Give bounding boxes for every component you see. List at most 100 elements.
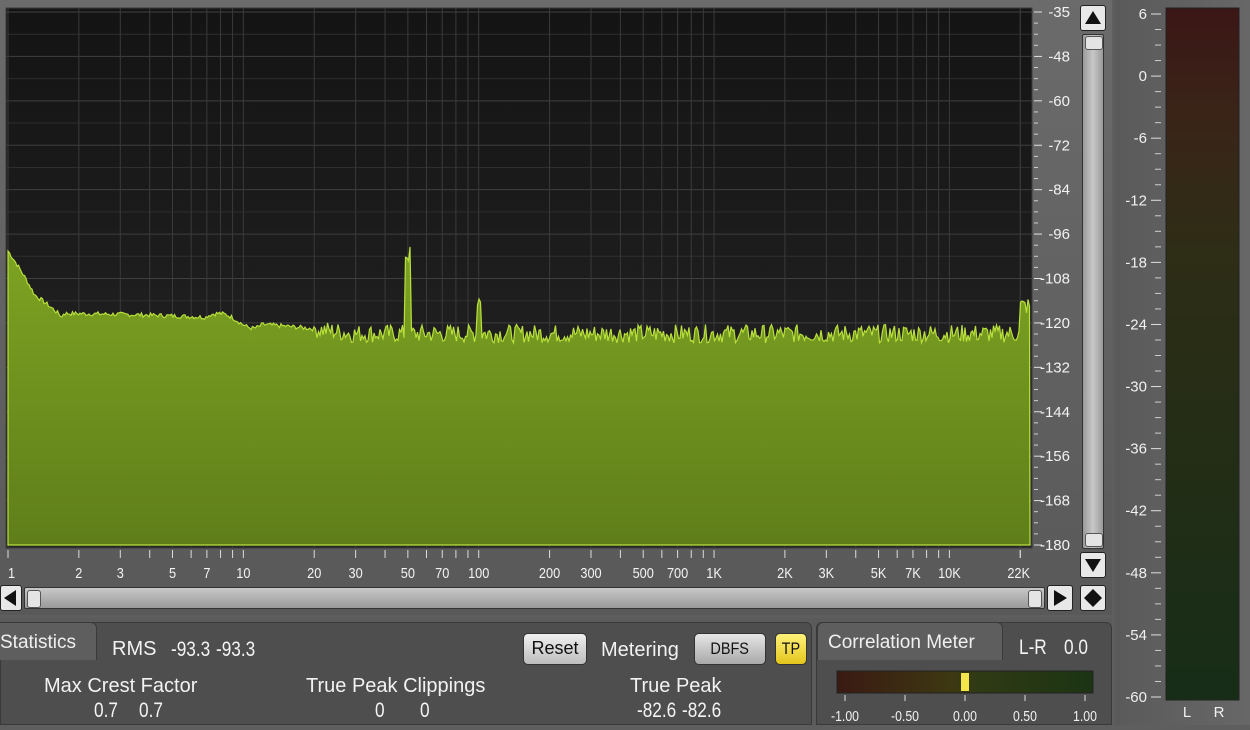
db-scale-label: -60 — [1048, 93, 1070, 110]
meter-scale-label: -6 — [1134, 130, 1147, 147]
vertical-scroll-down-button[interactable] — [1080, 552, 1106, 578]
triangle-down-icon — [1085, 559, 1101, 572]
horizontal-scroll-right-button[interactable] — [1047, 585, 1073, 611]
db-scale-label: -180 — [1040, 537, 1070, 554]
clip-right-value: 0 — [420, 699, 430, 722]
vertical-scroll-thumb-top[interactable] — [1085, 36, 1103, 50]
zoom-reset-button[interactable] — [1080, 585, 1106, 611]
correlation-scale-label: 1.00 — [1073, 708, 1097, 724]
frequency-label: 10K — [938, 564, 961, 581]
vertical-scroll-thumb-bottom[interactable] — [1085, 533, 1103, 547]
triangle-left-icon — [4, 590, 16, 606]
vertical-scroll-up-button[interactable] — [1080, 5, 1106, 31]
frequency-label: 1K — [706, 564, 722, 581]
frequency-label: 20 — [307, 564, 321, 581]
rms-right-value: -93.3 — [216, 638, 256, 661]
dbfs-button[interactable]: DBFS — [694, 633, 766, 665]
channel-left-label: L — [1183, 704, 1191, 721]
db-scale-label: -35 — [1048, 4, 1070, 21]
db-scale-label: -168 — [1040, 493, 1070, 510]
horizontal-scroll-thumb-right[interactable] — [1028, 590, 1042, 608]
crest-right-value: 0.7 — [139, 699, 163, 722]
frequency-label: 700 — [667, 564, 688, 581]
meter-scale-label: -42 — [1125, 503, 1147, 520]
frequency-label: 2 — [75, 564, 82, 581]
meter-scale-label: -30 — [1125, 379, 1147, 396]
correlation-tab[interactable]: Correlation Meter — [817, 622, 1003, 660]
frequency-label: 300 — [580, 564, 601, 581]
correlation-tab-label: Correlation Meter — [828, 632, 975, 653]
frequency-label: 2K — [777, 564, 793, 581]
crest-left-value: 0.7 — [94, 699, 118, 722]
meter-bar — [1165, 7, 1240, 701]
correlation-panel: Correlation Meter L-R 0.0 -1.00 -0.50 0.00… — [816, 622, 1112, 725]
frequency-label: 10 — [236, 564, 250, 581]
db-scale-label: -120 — [1040, 315, 1070, 332]
peak-right-value: -82.6 — [682, 699, 722, 722]
clip-left-value: 0 — [375, 699, 385, 722]
meter-scale-label: -60 — [1125, 689, 1147, 706]
meter-scale-label: -48 — [1125, 565, 1147, 582]
reset-button[interactable]: Reset — [523, 633, 587, 665]
triangle-up-icon — [1085, 11, 1101, 24]
db-scale-label: -144 — [1040, 404, 1070, 421]
db-scale-label: -84 — [1048, 182, 1070, 199]
correlation-meter-svg: -1.00 -0.50 0.00 0.50 1.00 — [831, 670, 1097, 724]
dbfs-button-label: DBFS — [710, 639, 750, 658]
frequency-label: 30 — [349, 564, 363, 581]
db-scale-label: -108 — [1040, 271, 1070, 288]
vertical-scroll-track[interactable] — [1082, 34, 1104, 549]
level-meter: 6 0 -6 -12 -18 -24 -30 -36 -42 -48 -54 -60 L R — [1115, 0, 1250, 725]
rms-label: RMS — [112, 638, 157, 660]
max-crest-factor-label: Max Crest Factor — [44, 675, 198, 697]
channel-right-label: R — [1214, 704, 1225, 721]
meter-scale-label: -12 — [1125, 192, 1147, 209]
meter-scale-label: -18 — [1125, 254, 1147, 271]
frequency-label: 200 — [539, 564, 560, 581]
spectrum-svg: -35 -48 -60 -72 -84 -96 -108 -120 -132 -144 -156 -1… — [5, 4, 1070, 581]
true-peak-label: True Peak — [630, 675, 722, 697]
frequency-label: 7K — [905, 564, 921, 581]
meter-scale-label: 6 — [1139, 6, 1147, 23]
frequency-label: 7 — [203, 564, 210, 581]
correlation-indicator — [961, 673, 969, 691]
db-scale-label: -48 — [1048, 48, 1070, 65]
frequency-label: 5K — [871, 564, 887, 581]
frequency-label: 1 — [8, 564, 15, 581]
meter-scale-label: 0 — [1139, 68, 1147, 85]
frequency-label: 3K — [819, 564, 835, 581]
diamond-icon — [1084, 589, 1102, 607]
true-peak-toggle[interactable]: TP — [775, 633, 807, 665]
meter-scale-label: -36 — [1125, 441, 1147, 458]
meter-scale-label: -54 — [1125, 627, 1147, 644]
horizontal-scroll-thumb-left[interactable] — [27, 590, 41, 608]
meter-scale-label: -24 — [1125, 316, 1147, 333]
correlation-scale-label: -1.00 — [831, 708, 859, 724]
reset-button-label: Reset — [531, 638, 579, 658]
triangle-right-icon — [1054, 590, 1067, 606]
statistics-panel: Statistics RMS -93.3 -93.3 Reset Meterin… — [0, 622, 812, 725]
rms-left-value: -93.3 — [171, 638, 211, 661]
db-scale-label: -72 — [1048, 137, 1070, 154]
bottom-panel: Statistics RMS -93.3 -93.3 Reset Meterin… — [0, 618, 1112, 725]
peak-left-value: -82.6 — [637, 699, 677, 722]
db-scale-label: -96 — [1048, 226, 1070, 243]
horizontal-scroll-left-button[interactable] — [0, 585, 22, 611]
frequency-label: 100 — [468, 564, 489, 581]
frequency-label: 5 — [169, 564, 176, 581]
spectrum-analyzer: -35 -48 -60 -72 -84 -96 -108 -120 -132 -144 -156 -1… — [0, 0, 1112, 615]
frequency-label: 70 — [435, 564, 449, 581]
correlation-mode-label: L-R — [1019, 636, 1047, 659]
horizontal-scroll-track[interactable] — [24, 587, 1045, 609]
metering-label: Metering — [601, 639, 679, 661]
statistics-tab[interactable]: Statistics — [0, 622, 97, 660]
frequency-label: 500 — [633, 564, 654, 581]
statistics-tab-label: Statistics — [0, 632, 77, 653]
level-meter-svg: 6 0 -6 -12 -18 -24 -30 -36 -42 -48 -54 -60 L R — [1125, 6, 1240, 721]
true-peak-toggle-label: TP — [781, 639, 801, 658]
correlation-value: 0.0 — [1064, 636, 1088, 659]
correlation-scale-label: -0.50 — [891, 708, 919, 724]
frequency-label: 50 — [401, 564, 415, 581]
db-scale-label: -156 — [1040, 448, 1070, 465]
db-scale-label: -132 — [1040, 359, 1070, 376]
